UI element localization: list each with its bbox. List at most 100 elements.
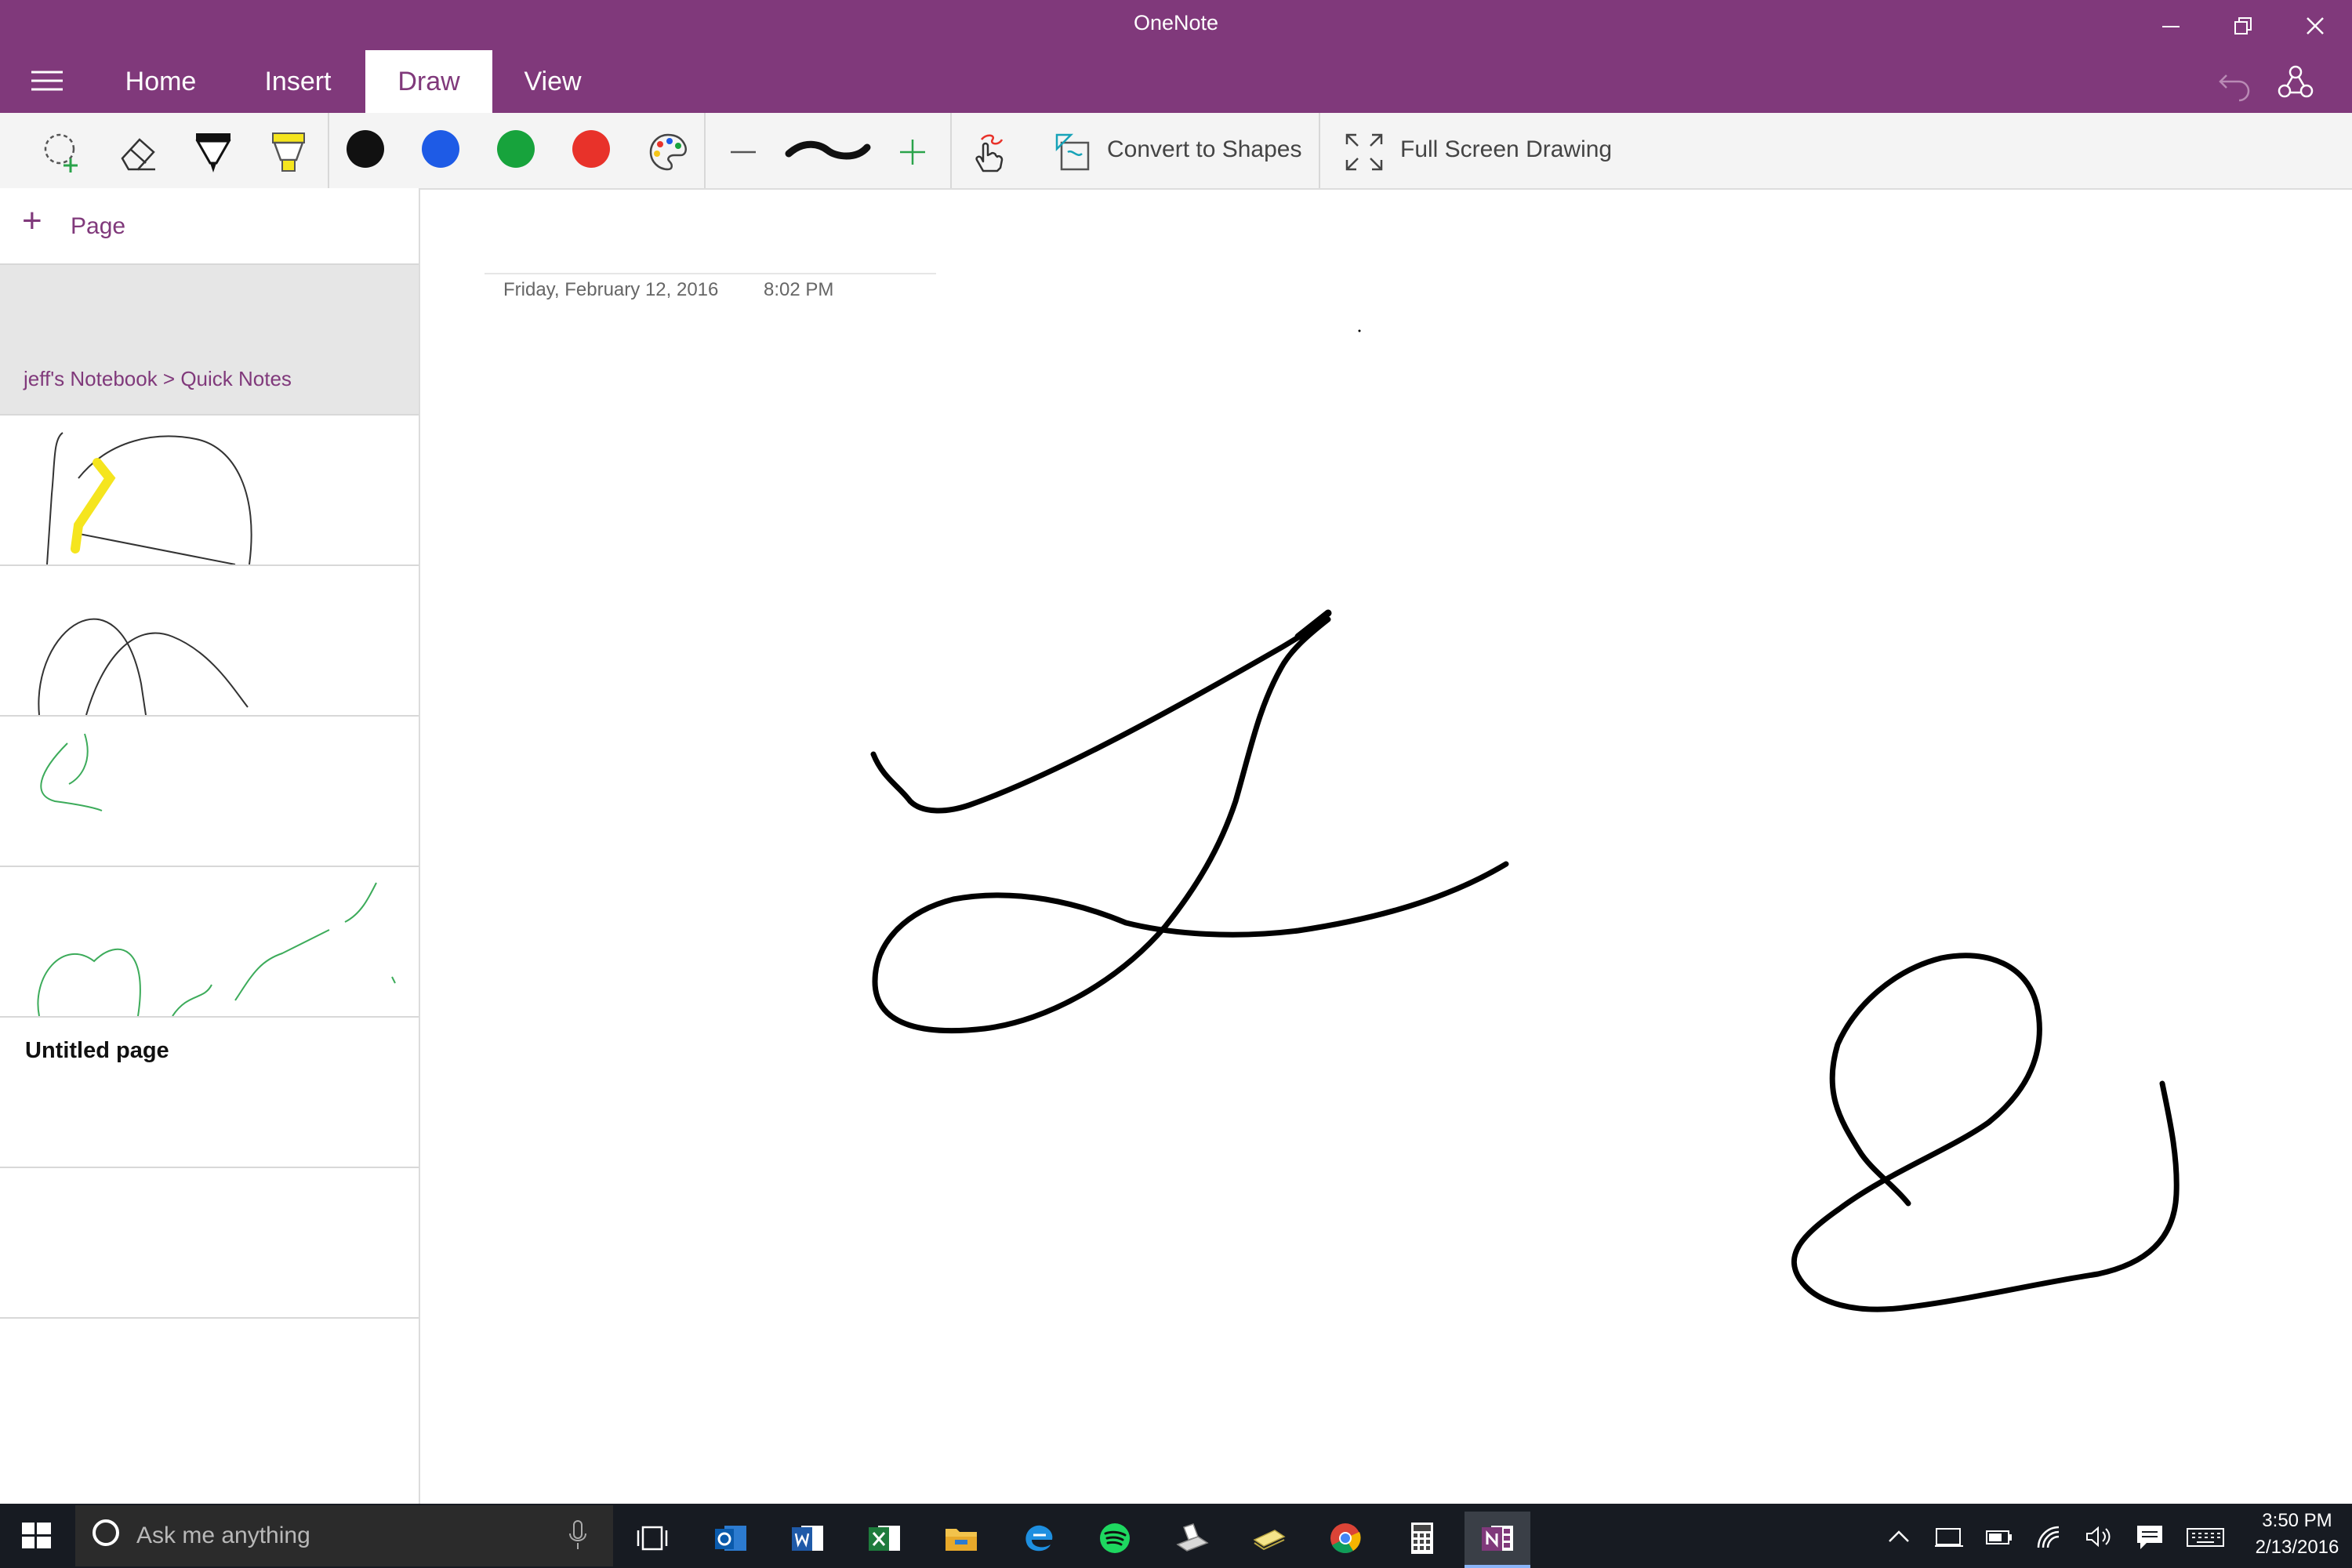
file-explorer-icon — [946, 1529, 977, 1551]
search-placeholder: Ask me anything — [136, 1523, 310, 1548]
windows-logo-icon — [22, 1523, 51, 1548]
tab-insert[interactable]: Insert — [243, 50, 353, 113]
ink-strokes[interactable] — [420, 190, 2352, 1504]
page-item[interactable] — [0, 414, 419, 564]
clock-time[interactable]: 3:50 PM — [2242, 1510, 2352, 1532]
keyboard-icon — [2187, 1528, 2224, 1547]
microphone-icon[interactable] — [566, 1519, 590, 1552]
page-thumbnail-ink — [40, 733, 103, 811]
color-blue-swatch[interactable] — [422, 130, 459, 168]
outlook-icon — [715, 1526, 746, 1551]
stroke-thickness-preview[interactable] — [781, 129, 872, 176]
ribbon-separator — [950, 113, 952, 188]
cortana-search-box[interactable]: Ask me anything — [75, 1505, 613, 1566]
add-page-button[interactable]: + Page — [0, 188, 419, 263]
more-colors-button[interactable] — [644, 129, 691, 176]
full-screen-icon-wrap[interactable] — [1341, 129, 1388, 176]
clock-date[interactable]: 2/13/2016 — [2242, 1537, 2352, 1559]
highlighter-button[interactable] — [265, 129, 312, 176]
network-button[interactable] — [2032, 1521, 2067, 1552]
page-thumbnail-ink — [46, 432, 252, 564]
draw-with-touch-button[interactable] — [964, 129, 1011, 176]
restore-button[interactable] — [2208, 8, 2278, 42]
taskbar-app-sticky-notes[interactable] — [1236, 1512, 1301, 1568]
highlighter-icon — [272, 132, 305, 172]
task-view-icon — [637, 1526, 668, 1551]
chrome-icon — [1330, 1523, 1361, 1554]
battery-icon — [1986, 1530, 2012, 1544]
ink-stroke — [1791, 953, 2180, 1312]
color-green-swatch[interactable] — [497, 130, 535, 168]
taskbar-app-outlook[interactable] — [698, 1512, 764, 1568]
close-button[interactable] — [2280, 8, 2350, 42]
excel-icon — [869, 1526, 900, 1551]
page-title: Untitled page — [25, 1038, 169, 1063]
convert-to-shapes-icon-wrap[interactable] — [1051, 129, 1098, 176]
close-icon — [2307, 17, 2324, 34]
note-canvas[interactable]: Friday, February 12, 2016 8:02 PM — [420, 190, 2352, 1504]
onenote-icon — [1482, 1526, 1513, 1551]
page-thumbnail-ink — [38, 618, 249, 715]
pen-icon — [195, 133, 231, 172]
decrease-thickness-button[interactable] — [720, 129, 767, 176]
tab-draw[interactable]: Draw — [365, 50, 492, 113]
convert-to-shapes-button[interactable]: Convert to Shapes — [1107, 136, 1301, 163]
plus-icon: + — [22, 201, 42, 240]
taskbar-app-scanner[interactable] — [1159, 1512, 1225, 1568]
task-view-button[interactable] — [619, 1512, 685, 1568]
taskbar-app-file-explorer[interactable] — [928, 1512, 994, 1568]
full-screen-icon — [1345, 133, 1383, 171]
minimize-button[interactable] — [2136, 8, 2206, 42]
calculator-icon — [1411, 1523, 1433, 1554]
volume-icon — [2086, 1526, 2111, 1548]
tab-view[interactable]: View — [510, 50, 596, 113]
wifi-icon — [2037, 1526, 2060, 1548]
eraser-button[interactable] — [116, 129, 163, 176]
add-page-label: Page — [71, 213, 126, 239]
breadcrumb[interactable]: jeff's Notebook > Quick Notes — [24, 367, 292, 391]
volume-button[interactable] — [2082, 1521, 2117, 1552]
hamburger-menu-button[interactable] — [30, 67, 64, 94]
share-button[interactable] — [2275, 63, 2316, 103]
app-title: OneNote — [1133, 11, 1219, 34]
spotify-icon — [1100, 1523, 1130, 1553]
page-item[interactable] — [0, 866, 419, 1016]
page-thumbnail-ink — [37, 882, 396, 1016]
taskbar-app-excel[interactable] — [851, 1512, 917, 1568]
title-bar: OneNote Home Insert Draw View — [0, 0, 2352, 113]
taskbar-app-edge[interactable] — [1005, 1512, 1071, 1568]
taskbar-app-spotify[interactable] — [1082, 1512, 1148, 1568]
windows-taskbar: Ask me anything 3:50 PM 2/13/2016 — [0, 1504, 2352, 1568]
page-item[interactable] — [0, 564, 419, 715]
full-screen-drawing-button[interactable]: Full Screen Drawing — [1400, 136, 1612, 163]
taskbar-app-word[interactable] — [775, 1512, 840, 1568]
chevron-up-icon — [1889, 1530, 1909, 1542]
ribbon-separator — [328, 113, 329, 188]
battery-button[interactable] — [1982, 1521, 2016, 1552]
lasso-select-button[interactable] — [39, 129, 86, 176]
page-item-untitled[interactable]: Untitled page — [0, 1016, 419, 1167]
show-hidden-icons-button[interactable] — [1882, 1521, 1916, 1552]
touch-keyboard-button[interactable] — [2186, 1521, 2225, 1552]
taskbar-app-onenote[interactable] — [1465, 1512, 1530, 1568]
page-item[interactable] — [0, 715, 419, 866]
tab-home[interactable]: Home — [110, 50, 212, 113]
eraser-icon — [121, 138, 155, 171]
undo-button[interactable] — [2216, 64, 2255, 102]
start-button[interactable] — [16, 1516, 60, 1555]
increase-thickness-button[interactable] — [889, 129, 936, 176]
page-item[interactable] — [0, 1167, 419, 1317]
color-red-swatch[interactable] — [572, 130, 610, 168]
taskbar-app-chrome[interactable] — [1312, 1512, 1378, 1568]
color-black-swatch[interactable] — [347, 130, 384, 168]
page-item-current[interactable]: jeff's Notebook > Quick Notes — [0, 263, 419, 414]
pen-button[interactable] — [190, 129, 237, 176]
scanner-icon — [1176, 1523, 1209, 1552]
ribbon-separator — [704, 113, 706, 188]
tablet-mode-button[interactable] — [1932, 1521, 1966, 1552]
action-center-icon — [2137, 1526, 2162, 1549]
action-center-button[interactable] — [2132, 1521, 2167, 1552]
taskbar-app-calculator[interactable] — [1389, 1512, 1455, 1568]
hamburger-icon — [31, 71, 63, 91]
minus-icon — [731, 151, 756, 154]
